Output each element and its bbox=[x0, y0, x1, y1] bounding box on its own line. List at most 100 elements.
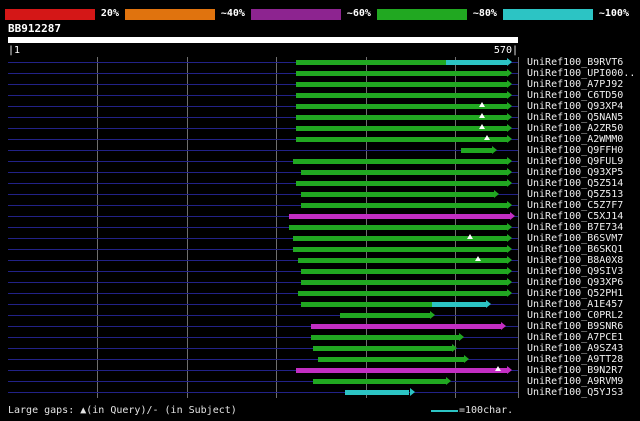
hit-bar[interactable] bbox=[296, 115, 507, 120]
hit-label[interactable]: UniRef100_Q93XP6 bbox=[527, 277, 623, 288]
hit-bar-arrowhead bbox=[507, 113, 512, 121]
hit-label[interactable]: UniRef100_C5XJ14 bbox=[527, 211, 623, 222]
gridline bbox=[518, 57, 519, 398]
hit-bar-arrowhead bbox=[464, 355, 469, 363]
hit-bar-arrowhead bbox=[507, 80, 512, 88]
hit-bar-arrowhead bbox=[510, 212, 515, 220]
hit-label[interactable]: UniRef100_B6SKQ1 bbox=[527, 244, 623, 255]
hit-label[interactable]: UniRef100_B9N2R7 bbox=[527, 365, 623, 376]
hit-bar[interactable] bbox=[432, 302, 486, 307]
hit-label[interactable]: UniRef100_A7PJ92 bbox=[527, 79, 623, 90]
hit-bar-arrowhead bbox=[507, 124, 512, 132]
hit-label[interactable]: UniRef100_Q5Z513 bbox=[527, 189, 623, 200]
scale-legend-text: =100char. bbox=[459, 405, 514, 416]
hit-bar-arrowhead bbox=[507, 157, 512, 165]
hit-bar[interactable] bbox=[296, 60, 446, 65]
hit-bar[interactable] bbox=[311, 324, 501, 329]
hit-bar[interactable] bbox=[296, 82, 507, 87]
scale-segment-40-60 bbox=[250, 8, 341, 20]
hit-bar[interactable] bbox=[311, 335, 459, 340]
gap-marker bbox=[475, 256, 481, 261]
hit-bar[interactable] bbox=[296, 181, 507, 186]
hit-bar[interactable] bbox=[446, 60, 507, 65]
hit-bar-arrowhead bbox=[507, 102, 512, 110]
hit-label[interactable]: UniRef100_Q93XP4 bbox=[527, 101, 623, 112]
hit-bar-arrowhead bbox=[507, 223, 512, 231]
plot-area: UniRef100_B9RVT6 UniRef100_UPI000.. UniRef… bbox=[0, 57, 640, 398]
hit-label[interactable]: UniRef100_Q5YJS3 bbox=[527, 387, 623, 398]
hit-label[interactable]: UniRef100_Q9FUL9 bbox=[527, 156, 623, 167]
hit-label[interactable]: UniRef100_A1E457 bbox=[527, 299, 623, 310]
hit-label[interactable]: UniRef100_B9RVT6 bbox=[527, 57, 623, 68]
hit-bar-arrowhead bbox=[507, 366, 512, 374]
hit-label[interactable]: UniRef100_B8A0X8 bbox=[527, 255, 623, 266]
hit-bar-arrowhead bbox=[507, 245, 512, 253]
hit-bar-arrowhead bbox=[507, 69, 512, 77]
gap-marker bbox=[479, 124, 485, 129]
hit-bar[interactable] bbox=[296, 93, 507, 98]
hit-label[interactable]: UniRef100_B9SNR6 bbox=[527, 321, 623, 332]
hit-label[interactable]: UniRef100_B6SVM7 bbox=[527, 233, 623, 244]
hit-label[interactable]: UniRef100_B7E734 bbox=[527, 222, 623, 233]
query-bar bbox=[8, 37, 518, 43]
row-baseline bbox=[8, 150, 518, 151]
hit-label[interactable]: UniRef100_Q52PH1 bbox=[527, 288, 623, 299]
row-baseline bbox=[8, 392, 518, 393]
gap-marker bbox=[484, 135, 490, 140]
hit-bar-arrowhead bbox=[507, 91, 512, 99]
hit-label[interactable]: UniRef100_A7PCE1 bbox=[527, 332, 623, 343]
hit-label[interactable]: UniRef100_C5Z7F7 bbox=[527, 200, 623, 211]
query-ruler: |1 570| bbox=[8, 45, 518, 56]
hit-bar-arrowhead bbox=[430, 311, 435, 319]
alignment-viewer: 20% ~40% ~60% ~80% ~100% BB912287 |1 570| Un… bbox=[0, 0, 640, 421]
hit-bar[interactable] bbox=[293, 247, 507, 252]
hit-bar[interactable] bbox=[340, 313, 430, 318]
hit-label[interactable]: UniRef100_Q5NAN5 bbox=[527, 112, 623, 123]
hit-bar[interactable] bbox=[296, 368, 507, 373]
hit-bar-arrowhead bbox=[494, 190, 499, 198]
hit-label[interactable]: UniRef100_A9RVM9 bbox=[527, 376, 623, 387]
scale-segment-0-20 bbox=[5, 8, 95, 20]
hit-bar[interactable] bbox=[289, 225, 507, 230]
hit-label[interactable]: UniRef100_UPI000.. bbox=[527, 68, 635, 79]
hit-bar[interactable] bbox=[293, 236, 507, 241]
hit-bar[interactable] bbox=[301, 192, 494, 197]
hit-bar[interactable] bbox=[301, 302, 433, 307]
hit-label[interactable]: UniRef100_C6TD50 bbox=[527, 90, 623, 101]
hit-label[interactable]: UniRef100_Q9FFH0 bbox=[527, 145, 623, 156]
hit-bar-arrowhead bbox=[492, 146, 497, 154]
hit-bar[interactable] bbox=[313, 346, 452, 351]
hit-bar[interactable] bbox=[296, 71, 507, 76]
hit-label[interactable]: UniRef100_A9TT28 bbox=[527, 354, 623, 365]
hit-label[interactable]: UniRef100_A2WMM0 bbox=[527, 134, 623, 145]
hit-bar[interactable] bbox=[293, 159, 507, 164]
hit-bar[interactable] bbox=[298, 291, 507, 296]
scale-label: ~80% bbox=[472, 8, 497, 19]
hit-bar[interactable] bbox=[313, 379, 446, 384]
hit-label[interactable]: UniRef100_Q93XP5 bbox=[527, 167, 623, 178]
gap-marker bbox=[467, 234, 473, 239]
hit-bar[interactable] bbox=[318, 357, 464, 362]
hit-bar-arrowhead bbox=[486, 300, 491, 308]
hit-bar[interactable] bbox=[345, 390, 409, 395]
hit-bar[interactable] bbox=[296, 126, 507, 131]
hit-label[interactable]: UniRef100_Q9SIV3 bbox=[527, 266, 623, 277]
hit-bar[interactable] bbox=[301, 170, 508, 175]
hit-bar[interactable] bbox=[301, 269, 508, 274]
hit-label[interactable]: UniRef100_C0PRL2 bbox=[527, 310, 623, 321]
scale-legend-line bbox=[431, 409, 458, 412]
hit-bar[interactable] bbox=[296, 137, 507, 142]
hit-bar[interactable] bbox=[296, 104, 507, 109]
scale-label: ~40% bbox=[220, 8, 245, 19]
row-baseline bbox=[8, 315, 518, 316]
hit-bar[interactable] bbox=[289, 214, 510, 219]
hit-bar-arrowhead bbox=[507, 58, 512, 66]
hit-label[interactable]: UniRef100_A9SZ43 bbox=[527, 343, 623, 354]
hit-label[interactable]: UniRef100_Q5Z514 bbox=[527, 178, 623, 189]
scale-label: 20% bbox=[100, 8, 119, 19]
hit-bar-arrowhead bbox=[507, 234, 512, 242]
hit-bar[interactable] bbox=[301, 280, 508, 285]
hit-bar[interactable] bbox=[301, 203, 508, 208]
hit-bar[interactable] bbox=[461, 148, 492, 153]
hit-label[interactable]: UniRef100_A2ZR50 bbox=[527, 123, 623, 134]
